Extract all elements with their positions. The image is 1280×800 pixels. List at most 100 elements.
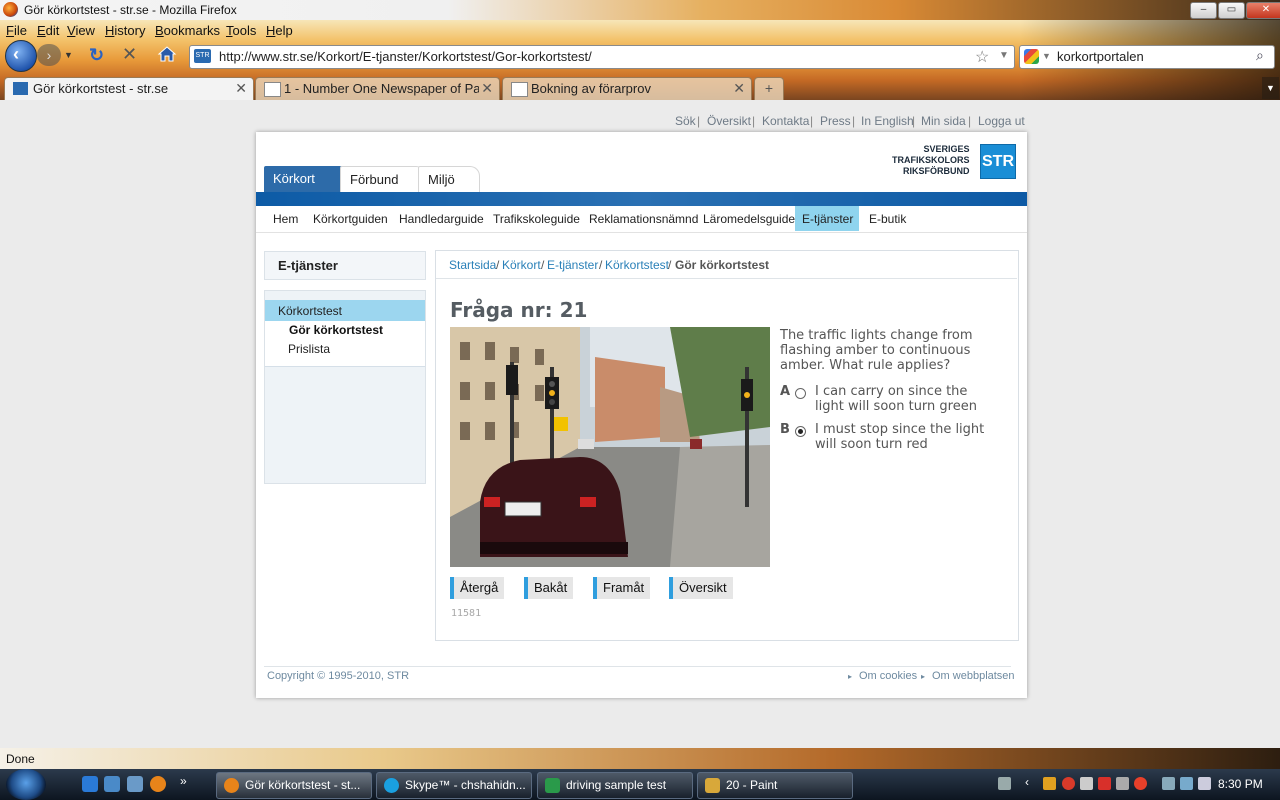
- tray-app-icon[interactable]: [1116, 777, 1129, 790]
- forward-button[interactable]: ›: [37, 44, 61, 66]
- page-favicon-icon: [511, 82, 528, 97]
- answer-a-text[interactable]: I can carry on since the light will soon…: [815, 384, 995, 414]
- menu-history[interactable]: History: [105, 23, 145, 38]
- forward-question-button[interactable]: Framåt: [593, 577, 651, 599]
- clock[interactable]: 8:30 PM: [1218, 777, 1263, 791]
- util-link-kontakta[interactable]: Kontakta: [762, 114, 809, 128]
- reload-icon[interactable]: ↻: [89, 45, 104, 66]
- maximize-button[interactable]: ▭: [1218, 2, 1245, 19]
- menu-help[interactable]: Help: [266, 23, 293, 38]
- answer-b-radio[interactable]: [795, 426, 806, 437]
- tray-app-icon[interactable]: [1098, 777, 1111, 790]
- subnav-e-tjanster[interactable]: E-tjänster: [802, 212, 853, 226]
- skype-task-icon: [384, 778, 399, 793]
- task-excel[interactable]: driving sample test: [537, 772, 693, 799]
- menu-tools[interactable]: Tools: [226, 23, 256, 38]
- firefox-quicklaunch-icon[interactable]: [150, 776, 166, 792]
- breadcrumb-korkortstest[interactable]: Körkortstest: [605, 258, 669, 272]
- volume-tray-icon[interactable]: [1198, 777, 1211, 790]
- search-input[interactable]: korkortportalen: [1057, 49, 1144, 64]
- subnav-handledarguide[interactable]: Handledarguide: [399, 212, 484, 226]
- start-button[interactable]: [6, 769, 46, 800]
- sidebar-item-gor-korkortstest[interactable]: Gör körkortstest: [289, 323, 383, 337]
- util-separator: |: [968, 114, 972, 128]
- util-link-english[interactable]: In English: [861, 114, 914, 128]
- answer-b-text[interactable]: I must stop since the light will soon tu…: [815, 422, 995, 452]
- breadcrumb-startsida[interactable]: Startsida: [449, 258, 496, 272]
- util-link-press[interactable]: Press: [820, 114, 851, 128]
- subnav-korkortguiden[interactable]: Körkortguiden: [313, 212, 388, 226]
- tray-app-icon[interactable]: [1080, 777, 1093, 790]
- history-dropdown-icon[interactable]: ▼: [64, 50, 73, 60]
- network-tray-icon[interactable]: [1180, 777, 1193, 790]
- subnav-e-butik[interactable]: E-butik: [869, 212, 906, 226]
- window-titlebar[interactable]: Gör körkortstest - str.se - Mozilla Fire…: [0, 0, 1280, 20]
- stop-icon[interactable]: ✕: [122, 44, 137, 65]
- task-firefox[interactable]: Gör körkortstest - st...: [216, 772, 372, 799]
- subnav-reklamationsnamnd[interactable]: Reklamationsnämnd: [589, 212, 698, 226]
- util-link-sok[interactable]: Sök: [675, 114, 696, 128]
- menu-bookmarks[interactable]: Bookmarks: [155, 23, 220, 38]
- site-identity-icon[interactable]: STR: [194, 49, 211, 63]
- task-skype[interactable]: Skype™ - chshahidn...: [376, 772, 532, 799]
- util-link-min-sida[interactable]: Min sida: [921, 114, 966, 128]
- ie-quicklaunch-icon[interactable]: [82, 776, 98, 792]
- tab-korkort[interactable]: Körkort: [264, 166, 350, 192]
- switch-windows-icon[interactable]: [127, 776, 143, 792]
- tray-app-icon[interactable]: [1043, 777, 1056, 790]
- return-button[interactable]: Återgå: [450, 577, 505, 599]
- subnav-hem[interactable]: Hem: [273, 212, 298, 226]
- search-icon[interactable]: ⌕: [1256, 47, 1264, 64]
- search-engine-dropdown-icon[interactable]: ▼: [1042, 51, 1051, 61]
- tray-expand-icon[interactable]: ‹: [1025, 775, 1029, 789]
- tab-newspaper[interactable]: 1 - Number One Newspaper of Paki... ✕: [255, 77, 500, 100]
- close-tab-icon[interactable]: ✕: [481, 80, 493, 97]
- answer-a-radio[interactable]: [795, 388, 806, 399]
- logo-text[interactable]: SVERIGES TRAFIKSKOLORS RIKSFÖRBUND: [892, 144, 970, 177]
- footer-link-cookies[interactable]: Om cookies: [859, 670, 917, 682]
- menu-edit[interactable]: Edit: [37, 23, 59, 38]
- close-window-button[interactable]: ✕: [1246, 2, 1280, 19]
- str-favicon-icon: [13, 82, 28, 95]
- util-link-logga-ut[interactable]: Logga ut: [978, 114, 1025, 128]
- close-tab-icon[interactable]: ✕: [733, 80, 745, 97]
- util-link-oversikt[interactable]: Översikt: [707, 114, 751, 128]
- sidebar-item-korkortstest[interactable]: Körkortstest: [278, 304, 342, 318]
- minimize-button[interactable]: ‒: [1190, 2, 1217, 19]
- url-text[interactable]: http://www.str.se/Korkort/E-tjanster/Kor…: [219, 49, 592, 64]
- power-tray-icon[interactable]: [1162, 777, 1175, 790]
- tray-app-icon[interactable]: [1134, 777, 1147, 790]
- tab-list-dropdown-icon[interactable]: ▼: [1262, 77, 1279, 99]
- search-bar[interactable]: ▼ korkortportalen ⌕: [1019, 45, 1275, 69]
- back-button[interactable]: ‹: [5, 40, 37, 72]
- breadcrumb-e-tjanster[interactable]: E-tjänster: [547, 258, 598, 272]
- subnav-laromedelsguide[interactable]: Läromedelsguide: [703, 212, 795, 226]
- url-dropdown-icon[interactable]: ▼: [999, 50, 1009, 61]
- logo-line: SVERIGES: [923, 144, 970, 154]
- back-question-button[interactable]: Bakåt: [524, 577, 574, 599]
- menu-file[interactable]: File: [6, 23, 27, 38]
- security-tray-icon[interactable]: [1062, 777, 1075, 790]
- subnav-trafikskoleguide[interactable]: Trafikskoleguide: [493, 212, 580, 226]
- show-desktop-icon[interactable]: [104, 776, 120, 792]
- sidebar-item-prislista[interactable]: Prislista: [288, 342, 330, 356]
- close-tab-icon[interactable]: ✕: [235, 80, 247, 97]
- tab-str[interactable]: Gör körkortstest - str.se ✕: [4, 77, 254, 101]
- search-engine-icon[interactable]: [1024, 49, 1039, 64]
- str-logo[interactable]: STR: [980, 144, 1016, 179]
- task-paint[interactable]: 20 - Paint: [697, 772, 853, 799]
- tab-miljo[interactable]: Miljö: [418, 166, 480, 193]
- tab-bokning[interactable]: Bokning av förarprov ✕: [502, 77, 752, 100]
- tab-forbund[interactable]: Förbund: [340, 166, 426, 193]
- bookmark-star-icon[interactable]: ☆: [975, 47, 989, 67]
- keyboard-tray-icon[interactable]: [998, 777, 1011, 790]
- overview-button[interactable]: Översikt: [669, 577, 733, 599]
- breadcrumb-current: Gör körkortstest: [675, 258, 770, 272]
- footer-link-webbplatsen[interactable]: Om webbplatsen: [932, 670, 1015, 682]
- url-bar[interactable]: STR http://www.str.se/Korkort/E-tjanster…: [189, 45, 1015, 69]
- breadcrumb-korkort[interactable]: Körkort: [502, 258, 541, 272]
- menu-view[interactable]: View: [67, 23, 95, 38]
- new-tab-button[interactable]: +: [754, 77, 784, 100]
- quicklaunch-more-icon[interactable]: »: [180, 774, 187, 788]
- home-icon[interactable]: [157, 45, 177, 63]
